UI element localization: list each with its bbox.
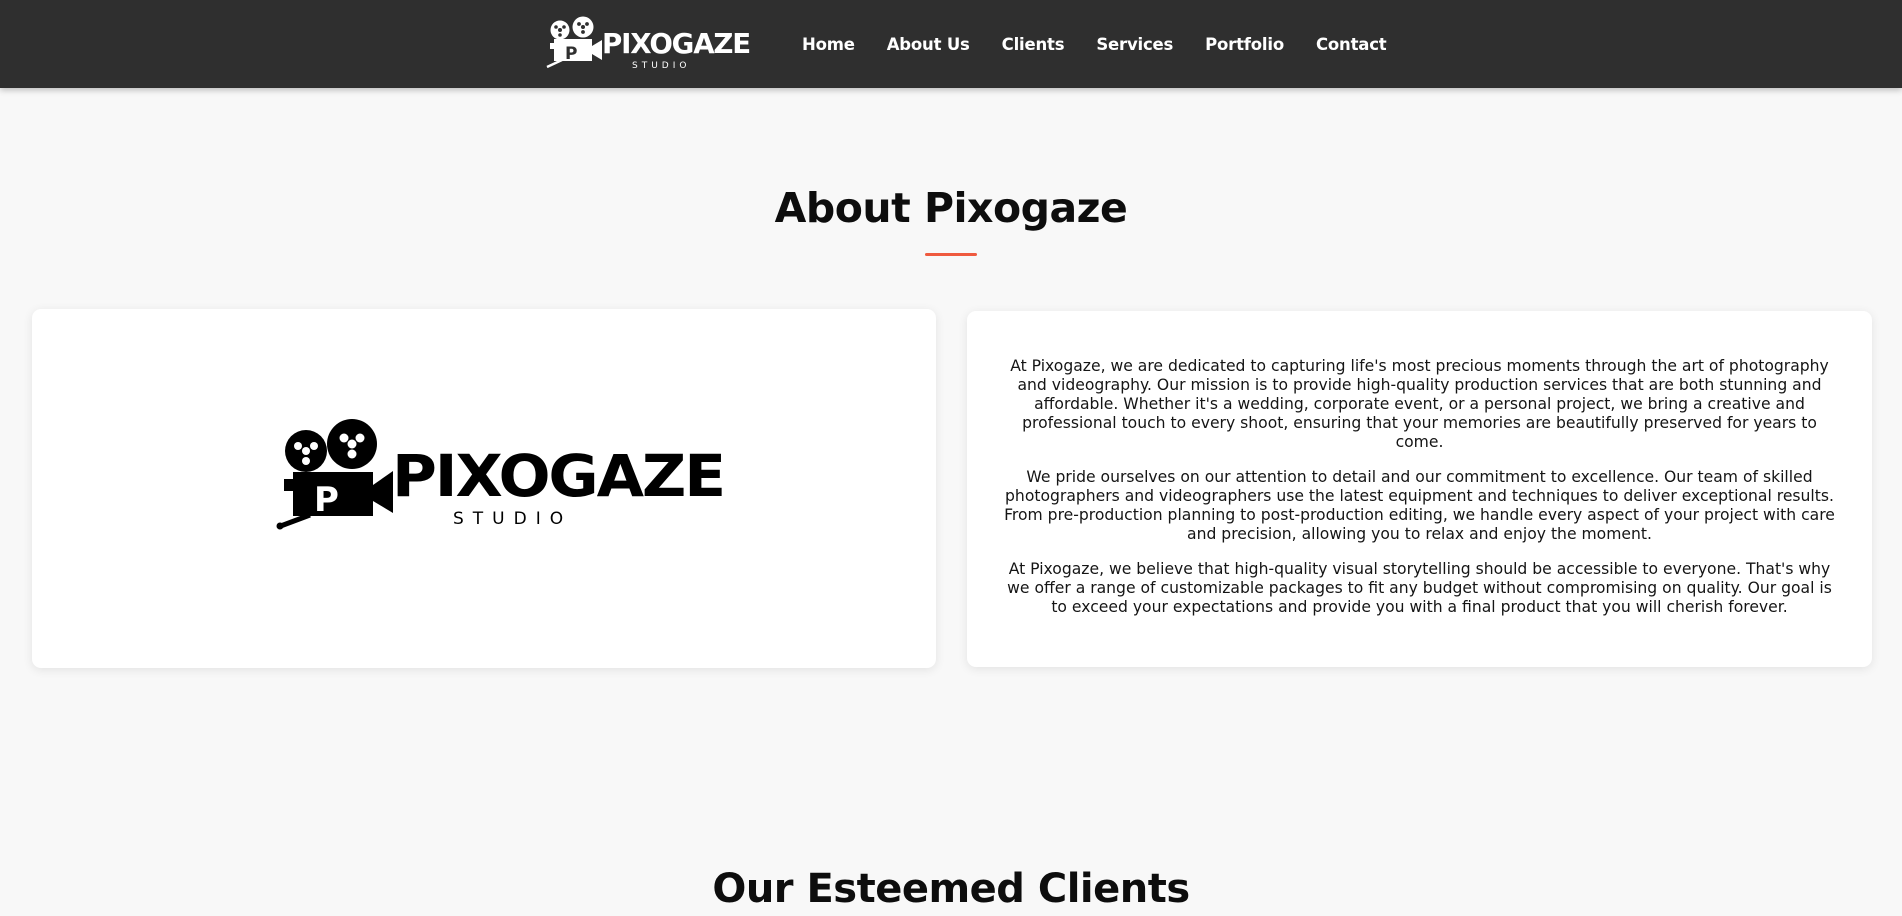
nav-link-clients[interactable]: Clients	[1002, 35, 1065, 54]
film-camera-icon: P PIXOGAZE STUDIO	[276, 419, 726, 530]
nav-link-contact[interactable]: Contact	[1316, 35, 1387, 54]
about-paragraph: We pride ourselves on our attention to d…	[1004, 468, 1835, 543]
svg-text:PIXOGAZE: PIXOGAZE	[602, 27, 750, 60]
nav-link-portfolio[interactable]: Portfolio	[1205, 35, 1284, 54]
about-section-title: About Pixogaze	[774, 184, 1128, 232]
brand-logo-link[interactable]: P PIXOGAZE STUDIO	[546, 16, 756, 71]
svg-text:STUDIO: STUDIO	[453, 509, 572, 529]
nav-link-about-us[interactable]: About Us	[887, 35, 970, 54]
title-underline-divider	[925, 253, 977, 256]
nav-link-home[interactable]: Home	[802, 35, 855, 54]
clients-section-title: Our Esteemed Clients	[712, 866, 1190, 912]
film-camera-icon: P PIXOGAZE STUDIO	[546, 16, 751, 71]
about-paragraph: At Pixogaze, we believe that high-qualit…	[1007, 560, 1832, 616]
top-navbar: P PIXOGAZE STUDIO Home About Us Clients …	[0, 0, 1902, 88]
svg-text:P: P	[314, 480, 339, 520]
svg-text:STUDIO: STUDIO	[632, 61, 690, 70]
svg-text:P: P	[565, 44, 577, 64]
svg-text:PIXOGAZE: PIXOGAZE	[392, 442, 724, 510]
about-paragraph: At Pixogaze, we are dedicated to capturi…	[1010, 357, 1829, 451]
about-logo-card: P PIXOGAZE STUDIO	[32, 309, 936, 668]
about-description-card: At Pixogaze, we are dedicated to capturi…	[967, 311, 1872, 667]
main-nav: Home About Us Clients Services Portfolio…	[802, 0, 1418, 88]
about-description: At Pixogaze, we are dedicated to capturi…	[997, 357, 1842, 633]
nav-link-services[interactable]: Services	[1096, 35, 1173, 54]
